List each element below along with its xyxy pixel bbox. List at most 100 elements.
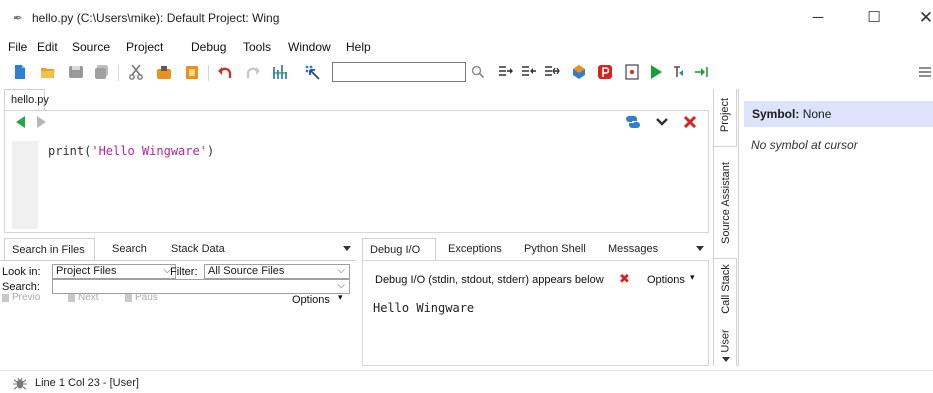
new-file-icon[interactable] (12, 64, 28, 80)
menu-debug[interactable]: Debug (191, 40, 226, 54)
step-over-icon[interactable] (521, 64, 537, 80)
code-prefix: print( (48, 144, 92, 158)
debug-panel-tabs: Debug I/O Exceptions Python Shell Messag… (362, 238, 709, 260)
symbol-label: Symbol: (752, 107, 800, 121)
title-bar: ✒ hello.py (C:\Users\mike): Default Proj… (0, 0, 933, 36)
menu-window[interactable]: Window (288, 40, 331, 54)
python-icon[interactable] (625, 114, 641, 130)
maximize-button[interactable]: ☐ (851, 6, 897, 30)
close-window-button[interactable]: ✕ (903, 6, 933, 30)
toolbar-separator (208, 65, 209, 81)
step-next-icon[interactable] (694, 64, 710, 80)
paste-icon[interactable] (184, 64, 200, 80)
open-folder-icon[interactable] (40, 64, 56, 80)
debug-io-info: Debug I/O (stdin, stdout, stderr) appear… (375, 274, 604, 286)
chevron-down-icon[interactable] (654, 114, 670, 130)
tab-stack-data[interactable]: Stack Data (164, 238, 232, 260)
source-assistant-message: No symbol at cursor (751, 138, 858, 152)
side-tab-strip: Project Source Assistant Call Stack User (713, 89, 737, 366)
tab-call-stack[interactable]: Call Stack (714, 261, 737, 317)
panel-menu-arrow-icon[interactable] (696, 246, 704, 251)
menu-project[interactable]: Project (126, 40, 163, 54)
search-panel-tabs: Search in Files Search Stack Data (4, 238, 356, 260)
code-suffix: ) (206, 144, 215, 158)
save-all-icon[interactable] (94, 64, 110, 80)
tab-debug-io[interactable]: Debug I/O (362, 238, 436, 260)
tab-python-shell[interactable]: Python Shell (517, 238, 593, 260)
tab-user[interactable]: User (714, 325, 737, 357)
toolbar-menu-icon[interactable] (917, 64, 933, 80)
chevron-down-icon: ⌵ (337, 280, 345, 291)
editor-area[interactable] (4, 110, 709, 233)
search-in-files-panel: Look in: Project Files ⌵ Filter: All Sou… (0, 260, 356, 366)
run-icon[interactable] (648, 64, 664, 80)
tab-search[interactable]: Search (105, 238, 154, 260)
options-arrow-icon: ▾ (338, 292, 343, 302)
look-in-select[interactable]: Project Files ⌵ (52, 264, 176, 279)
stop-debug-icon[interactable] (597, 64, 613, 80)
code-line[interactable]: print('Hello Wingware') (48, 144, 214, 158)
filter-select[interactable]: All Source Files ⌵ (204, 264, 350, 279)
look-in-label: Look in: (2, 266, 41, 278)
next-button[interactable]: Next (68, 292, 99, 306)
tab-call-stack-label: Call Stack (719, 264, 732, 314)
app-feather-icon: ✒ (13, 11, 24, 25)
tab-messages[interactable]: Messages (601, 238, 665, 260)
chevron-down-icon: ⌵ (337, 265, 345, 276)
save-icon[interactable] (68, 64, 84, 80)
undo-icon[interactable] (218, 64, 234, 80)
editor-gutter (12, 141, 38, 229)
source-assistant-panel (738, 89, 933, 366)
step-into-icon[interactable] (498, 64, 514, 80)
step-out-icon[interactable] (544, 64, 560, 80)
toolbar (0, 57, 933, 87)
tab-search-in-files[interactable]: Search in Files (4, 238, 95, 260)
debug-options-button[interactable]: Options (647, 274, 685, 286)
symbol-header: Symbol: None (744, 101, 933, 127)
clear-output-icon[interactable]: ✖ (619, 271, 630, 287)
toolbar-search-field[interactable] (332, 62, 466, 82)
options-arrow-icon: ▾ (690, 272, 695, 282)
cut-icon[interactable] (128, 64, 144, 80)
goto-definition-icon[interactable] (304, 64, 320, 80)
pause-button[interactable]: Paus (125, 292, 158, 306)
menu-help[interactable]: Help (346, 40, 371, 54)
breakpoint-icon[interactable] (624, 64, 640, 80)
status-text: Line 1 Col 23 - [User] (35, 377, 139, 389)
menu-bar: File Edit Source Project Debug Tools Win… (0, 36, 933, 57)
status-bar: Line 1 Col 23 - [User] (0, 370, 933, 393)
close-file-icon[interactable] (682, 114, 698, 130)
menu-file[interactable]: File (8, 40, 27, 54)
debug-output[interactable]: Hello Wingware (373, 301, 474, 315)
tab-source-assistant[interactable]: Source Assistant (714, 146, 737, 259)
window-title: hello.py (C:\Users\mike): Default Projec… (32, 11, 280, 25)
back-arrow-icon[interactable] (16, 116, 25, 128)
code-string: 'Hello Wingware' (91, 144, 207, 158)
filter-label: Filter: (170, 266, 198, 278)
redo-icon[interactable] (244, 64, 260, 80)
menu-tools[interactable]: Tools (243, 40, 271, 54)
tab-project-label: Project (719, 97, 732, 133)
menu-edit[interactable]: Edit (37, 40, 58, 54)
pause-icon[interactable] (670, 64, 686, 80)
forward-arrow-icon[interactable] (37, 116, 46, 128)
filter-value: All Source Files (208, 265, 285, 277)
minimize-button[interactable]: ─ (795, 6, 841, 30)
menu-source[interactable]: Source (72, 40, 110, 54)
debugger-bug-icon[interactable] (12, 375, 28, 391)
tab-user-label: User (719, 329, 732, 353)
symbol-value: None (802, 107, 832, 121)
toolbar-separator (118, 65, 119, 81)
side-tabs-more-icon[interactable] (722, 357, 730, 362)
debug-environment-icon[interactable] (571, 64, 587, 80)
panel-menu-arrow-icon[interactable] (343, 246, 351, 251)
tab-exceptions[interactable]: Exceptions (441, 238, 509, 260)
indent-icon[interactable] (272, 64, 288, 80)
editor-tab-hello-py[interactable]: hello.py (4, 89, 49, 110)
search-icon[interactable] (470, 64, 486, 80)
previous-button[interactable]: Previo (2, 292, 40, 306)
search-options-button[interactable]: Options (292, 294, 330, 306)
copy-icon[interactable] (156, 64, 172, 80)
debug-io-panel: Debug I/O (stdin, stdout, stderr) appear… (362, 260, 709, 366)
tab-project[interactable]: Project (714, 89, 737, 141)
